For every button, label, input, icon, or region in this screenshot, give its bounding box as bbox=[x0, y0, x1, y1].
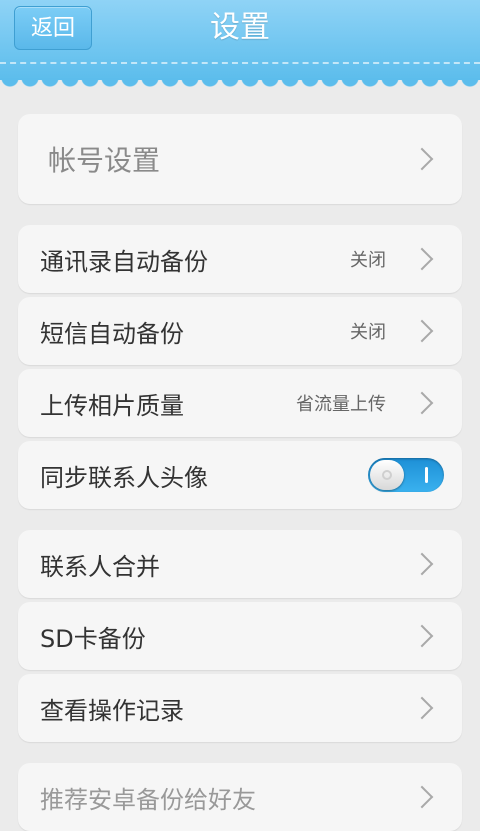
operation-log-label: 查看操作记录 bbox=[40, 696, 184, 725]
photo-upload-quality-label: 上传相片质量 bbox=[40, 391, 184, 420]
sync-avatar-toggle[interactable] bbox=[368, 458, 444, 492]
page-title: 设置 bbox=[210, 10, 270, 45]
photo-upload-quality-value: 省流量上传 bbox=[296, 394, 386, 415]
sms-auto-backup-label: 短信自动备份 bbox=[40, 319, 184, 348]
sync-contact-avatar-row: 同步联系人头像 bbox=[18, 441, 462, 509]
photo-upload-quality-row[interactable]: 上传相片质量 省流量上传 bbox=[18, 369, 462, 437]
merge-contacts-label: 联系人合并 bbox=[40, 552, 160, 581]
top-bar: 返回 设置 bbox=[0, 0, 480, 80]
sd-card-backup-row[interactable]: SD卡备份 bbox=[18, 602, 462, 670]
contacts-auto-backup-value: 关闭 bbox=[350, 250, 386, 271]
chevron-right-icon bbox=[410, 696, 434, 720]
chevron-right-icon bbox=[410, 552, 434, 576]
header-stitch-line bbox=[0, 62, 480, 64]
sms-auto-backup-row[interactable]: 短信自动备份 关闭 bbox=[18, 297, 462, 365]
recommend-to-friends-row[interactable]: 推荐安卓备份给好友 bbox=[18, 763, 462, 831]
chevron-right-icon bbox=[410, 785, 434, 809]
toggle-knob bbox=[370, 460, 404, 490]
chevron-right-icon bbox=[410, 319, 434, 343]
contacts-auto-backup-row[interactable]: 通讯录自动备份 关闭 bbox=[18, 225, 462, 293]
toggle-on-mark-icon bbox=[425, 467, 428, 483]
contacts-auto-backup-label: 通讯录自动备份 bbox=[40, 247, 208, 276]
header-wave-edge bbox=[0, 78, 480, 94]
chevron-right-icon bbox=[410, 147, 434, 171]
chevron-right-icon bbox=[410, 247, 434, 271]
recommend-to-friends-label: 推荐安卓备份给好友 bbox=[40, 785, 256, 814]
account-settings-row[interactable]: 帐号设置 bbox=[18, 114, 462, 204]
merge-contacts-row[interactable]: 联系人合并 bbox=[18, 530, 462, 598]
account-settings-label: 帐号设置 bbox=[48, 144, 161, 177]
chevron-right-icon bbox=[410, 391, 434, 415]
sms-auto-backup-value: 关闭 bbox=[350, 322, 386, 343]
sd-card-backup-label: SD卡备份 bbox=[40, 624, 146, 653]
chevron-right-icon bbox=[410, 624, 434, 648]
operation-log-row[interactable]: 查看操作记录 bbox=[18, 674, 462, 742]
sync-contact-avatar-label: 同步联系人头像 bbox=[40, 463, 208, 492]
